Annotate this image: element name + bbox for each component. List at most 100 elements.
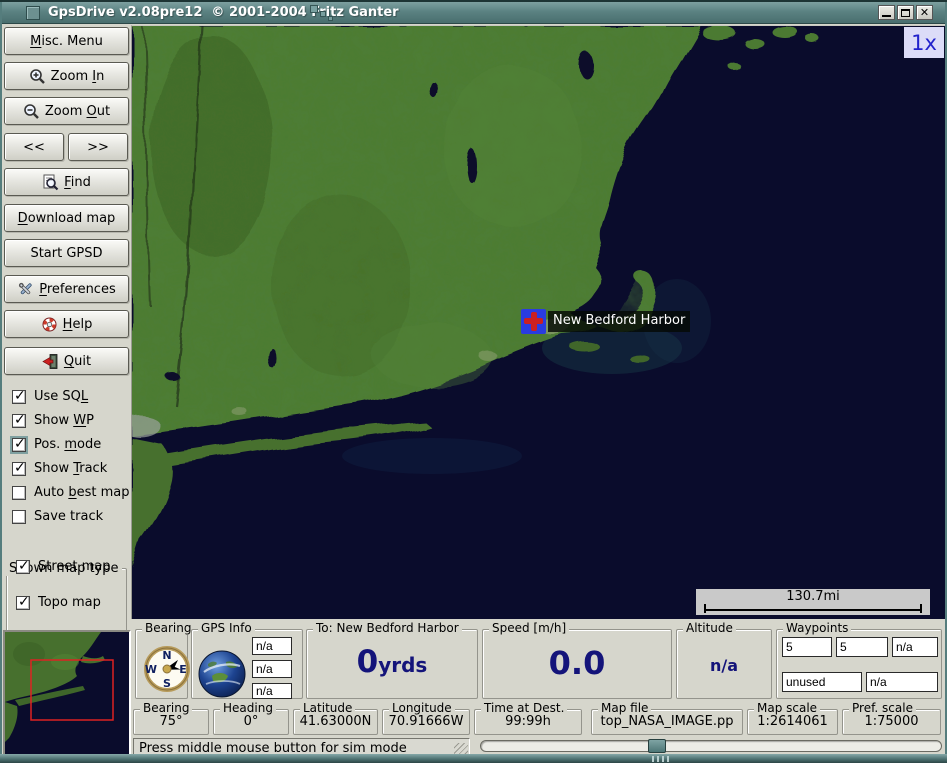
checkbox-use-sql[interactable]: ✓ Use SQL	[12, 388, 88, 405]
checkbox-street-map[interactable]: ✓ Street map	[16, 558, 111, 575]
checkbox-label: Street map	[38, 559, 111, 574]
gps-field-3[interactable]	[252, 683, 292, 699]
latitude-frame: Latitude 41.63000N	[293, 709, 378, 735]
compass-w: W	[145, 663, 157, 676]
compass-icon: N W E S	[144, 646, 190, 692]
frame-title: Speed [m/h]	[489, 621, 569, 635]
quit-label: Quit	[64, 354, 91, 369]
checkbox-label: Pos. mode	[34, 437, 101, 452]
pref-scale-value: 1:75000	[843, 714, 940, 729]
checkbox-label: Topo map	[38, 595, 101, 610]
window-title: GpsDrive v2.08pre12 © 2001-2004 Fritz Ga…	[48, 5, 399, 20]
zoom-out-button[interactable]: Zoom Out	[4, 97, 129, 125]
gpsdrive-window: GpsDrive v2.08pre12 © 2001-2004 Fritz Ga…	[0, 0, 947, 763]
time-at-dest-frame: Time at Dest. 99:99h	[474, 709, 582, 735]
destination-frame: To: New Bedford Harbor 0yrds	[306, 629, 478, 699]
checkbox-topo-map[interactable]: ✓ Topo map	[16, 594, 101, 611]
heading-value: 0°	[214, 714, 288, 729]
waypoints-frame: Waypoints	[776, 629, 942, 699]
map-scale-frame: Map scale 1:2614061	[747, 709, 838, 735]
help-label: Help	[63, 317, 93, 332]
checkbox-label: Show Track	[34, 461, 107, 476]
bearing-value: 75°	[134, 714, 208, 729]
find-label: Find	[64, 175, 91, 190]
frame-title: GPS Info	[198, 621, 255, 635]
map-zoom-level-badge: 1x	[904, 27, 944, 58]
checkbox-label: Auto best map	[34, 485, 129, 500]
checkbox-icon: ✓	[16, 560, 30, 574]
waypoints-field-3[interactable]	[892, 637, 938, 657]
titlebar[interactable]: GpsDrive v2.08pre12 © 2001-2004 Fritz Ga…	[2, 2, 945, 24]
frame-title: Altitude	[683, 621, 736, 635]
latitude-value: 41.63000N	[294, 714, 377, 729]
pref-scale-frame: Pref. scale 1:75000	[842, 709, 941, 735]
minimap-preview[interactable]	[3, 630, 131, 756]
frame-title: Longitude	[389, 701, 455, 715]
zoom-in-button[interactable]: Zoom In	[4, 62, 129, 90]
frame-title: Bearing	[142, 621, 194, 635]
gps-field-2[interactable]	[252, 660, 292, 678]
prev-map-label: <<	[23, 140, 45, 155]
window-menu-icon[interactable]	[26, 6, 40, 20]
longitude-value: 70.91666W	[383, 714, 469, 729]
zoom-out-label: Zoom Out	[45, 104, 110, 119]
checkbox-label: Use SQL	[34, 389, 88, 404]
minimize-button[interactable]	[878, 5, 895, 20]
download-map-label: Download map	[18, 211, 116, 226]
status-panel: Bearing N W E S GPS Info	[131, 619, 945, 763]
frame-title: Map scale	[754, 701, 820, 715]
longitude-frame: Longitude 70.91666W	[382, 709, 470, 735]
waypoints-field-2[interactable]	[836, 637, 888, 657]
altitude-frame: Altitude n/a	[676, 629, 772, 699]
next-map-label: >>	[87, 140, 109, 155]
maximize-button[interactable]	[897, 5, 914, 20]
frame-title: To: New Bedford Harbor	[313, 621, 462, 635]
checkbox-icon: ✓	[12, 438, 26, 452]
titlebar-decoration	[310, 4, 344, 24]
map-file-frame: Map file top_NASA_IMAGE.pp	[591, 709, 743, 735]
compass-s: S	[163, 677, 171, 690]
close-button[interactable]: ✕	[916, 5, 933, 20]
distance-unit: yrds	[378, 653, 427, 677]
checkbox-show-track[interactable]: ✓ Show Track	[12, 460, 107, 477]
help-button[interactable]: Help	[4, 310, 129, 338]
waypoint-marker-icon[interactable]	[521, 309, 546, 334]
waypoints-field-4[interactable]	[782, 672, 862, 692]
map-file-value: top_NASA_IMAGE.pp	[592, 714, 742, 729]
minimize-icon	[882, 15, 891, 17]
distance-value: 0	[357, 644, 379, 680]
frame-title: Pref. scale	[849, 701, 916, 715]
zoom-out-icon	[23, 103, 40, 120]
window-border-bottom	[0, 754, 947, 763]
misc-menu-button[interactable]: Misc. Menu	[4, 27, 129, 55]
speed-value: 0.0	[483, 644, 671, 682]
sim-mode-slider[interactable]	[480, 740, 942, 752]
checkbox-pos-mode[interactable]: ✓ Pos. mode	[12, 436, 101, 453]
map-canvas[interactable]: 1x New Bedford Harbor 130.7mi	[131, 25, 945, 619]
checkbox-save-track[interactable]: ✓ Save track	[12, 508, 103, 525]
speed-frame: Speed [m/h] 0.0	[482, 629, 672, 699]
help-icon	[41, 316, 58, 333]
altitude-value: n/a	[677, 656, 771, 675]
find-button[interactable]: Find	[4, 168, 129, 196]
checkbox-show-wp[interactable]: ✓ Show WP	[12, 412, 94, 429]
checkbox-label: Save track	[34, 509, 103, 524]
prev-map-button[interactable]: <<	[4, 133, 64, 161]
gps-field-1[interactable]	[252, 637, 292, 655]
frame-title: Waypoints	[783, 621, 851, 635]
waypoints-field-1[interactable]	[782, 637, 832, 657]
time-at-dest-value: 99:99h	[475, 714, 581, 729]
preferences-label: Preferences	[39, 282, 115, 297]
start-gpsd-button[interactable]: Start GPSD	[4, 239, 129, 267]
quit-button[interactable]: Quit	[4, 347, 129, 375]
next-map-button[interactable]: >>	[68, 133, 128, 161]
preferences-button[interactable]: Preferences	[4, 275, 129, 303]
checkbox-auto-best-map[interactable]: ✓ Auto best map	[12, 484, 129, 501]
slider-handle[interactable]	[648, 739, 666, 753]
download-map-button[interactable]: Download map	[4, 204, 129, 232]
waypoints-field-5[interactable]	[866, 672, 938, 692]
frame-title: Time at Dest.	[481, 701, 567, 715]
frame-title: Latitude	[300, 701, 355, 715]
checkbox-icon: ✓	[16, 596, 30, 610]
bottom-edge-grip-icon	[652, 756, 670, 762]
